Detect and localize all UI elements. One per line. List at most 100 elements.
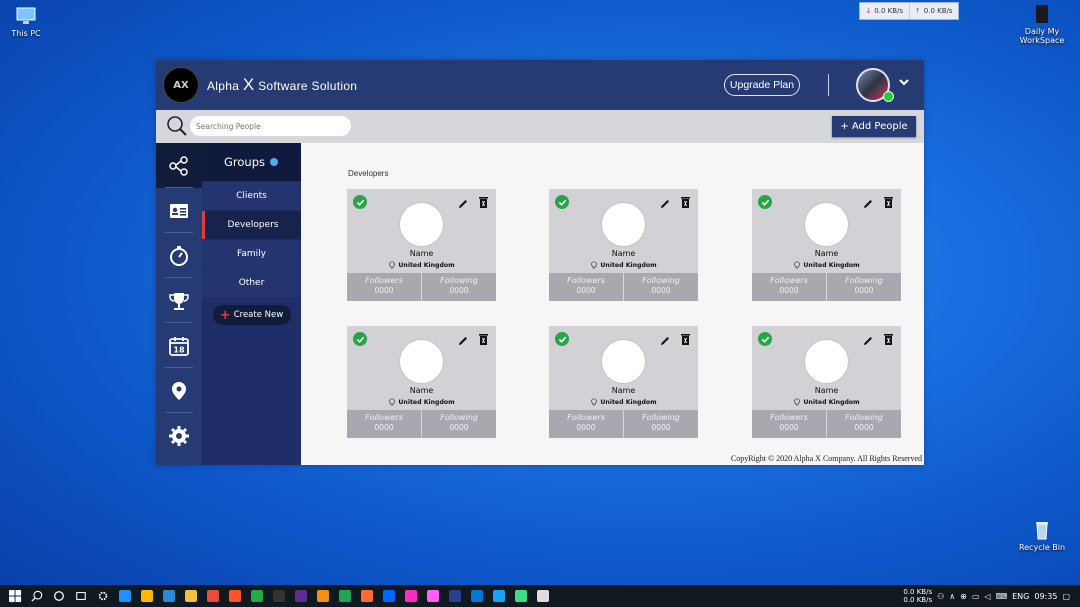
taskbar-app-icon[interactable] bbox=[422, 585, 444, 607]
edit-pencil-icon[interactable] bbox=[862, 195, 874, 208]
person-card[interactable]: Name United Kingdom Followers 0000 Following… bbox=[752, 326, 901, 438]
create-new-button[interactable]: + Create New bbox=[212, 305, 291, 325]
taskbar-app-icon[interactable] bbox=[290, 585, 312, 607]
taskbar-app-icon[interactable] bbox=[224, 585, 246, 607]
followers-stat[interactable]: Followers 0000 bbox=[752, 273, 827, 301]
system-tray: 0.0 KB/s 0.0 KB/s ⚇ ∧ ⊕ ▭ ◁ ⌨ ENG 09:35 … bbox=[903, 585, 1080, 607]
chevron-up-icon[interactable]: ∧ bbox=[949, 592, 955, 601]
taskbar-app-icon[interactable] bbox=[444, 585, 466, 607]
taskbar-app-icon[interactable] bbox=[202, 585, 224, 607]
following-stat[interactable]: Following 0000 bbox=[422, 273, 496, 301]
delete-trash-icon[interactable] bbox=[883, 331, 894, 345]
person-card[interactable]: Name United Kingdom Followers 0000 Following… bbox=[549, 189, 698, 301]
taskbar-app-icon[interactable] bbox=[246, 585, 268, 607]
taskbar-app-icon[interactable] bbox=[114, 585, 136, 607]
battery-icon[interactable]: ▭ bbox=[972, 592, 980, 601]
followers-stat[interactable]: Followers 0000 bbox=[549, 273, 624, 301]
following-stat[interactable]: Following 0000 bbox=[624, 410, 698, 438]
people-icon[interactable]: ⚇ bbox=[937, 592, 944, 601]
rail-item-timer[interactable] bbox=[156, 233, 202, 278]
notification-icon[interactable]: ▢ bbox=[1062, 592, 1070, 601]
person-card[interactable]: Name United Kingdom Followers 0000 Following… bbox=[549, 326, 698, 438]
verified-check-icon bbox=[758, 332, 772, 346]
taskbar-app-icon[interactable] bbox=[378, 585, 400, 607]
rail-item-settings[interactable] bbox=[156, 413, 202, 458]
delete-trash-icon[interactable] bbox=[883, 194, 894, 208]
person-location: United Kingdom bbox=[549, 261, 698, 269]
edit-pencil-icon[interactable] bbox=[862, 332, 874, 345]
taskbar-app-icon[interactable] bbox=[158, 585, 180, 607]
following-stat[interactable]: Following 0000 bbox=[827, 410, 901, 438]
group-item-other[interactable]: Other bbox=[202, 269, 301, 297]
follow-stats: Followers 0000 Following 0000 bbox=[752, 273, 901, 301]
following-stat[interactable]: Following 0000 bbox=[827, 273, 901, 301]
delete-trash-icon[interactable] bbox=[680, 194, 691, 208]
taskbar-app-icon[interactable] bbox=[488, 585, 510, 607]
volume-icon[interactable]: ◁ bbox=[984, 592, 990, 601]
person-card[interactable]: Name United Kingdom Followers 0000 Following… bbox=[347, 326, 496, 438]
upgrade-plan-button[interactable]: Upgrade Plan bbox=[724, 74, 800, 96]
following-stat[interactable]: Following 0000 bbox=[624, 273, 698, 301]
edit-pencil-icon[interactable] bbox=[659, 195, 671, 208]
keyboard-icon[interactable]: ⌨ bbox=[996, 592, 1008, 601]
delete-trash-icon[interactable] bbox=[478, 194, 489, 208]
app-glyph-icon bbox=[339, 590, 351, 602]
person-card[interactable]: Name United Kingdom Followers 0000 Following… bbox=[752, 189, 901, 301]
taskbar-app-icon[interactable] bbox=[356, 585, 378, 607]
rail-item-share[interactable] bbox=[156, 143, 202, 188]
profile-photo[interactable] bbox=[399, 202, 444, 247]
person-card[interactable]: Name United Kingdom Followers 0000 Following… bbox=[347, 189, 496, 301]
desktop-icon-daily-workspace[interactable]: Daily My WorkSpace bbox=[1010, 4, 1074, 45]
group-item-family[interactable]: Family bbox=[202, 240, 301, 268]
info-icon[interactable] bbox=[270, 158, 279, 166]
windows-start-icon[interactable] bbox=[4, 585, 26, 607]
search-input[interactable] bbox=[190, 116, 351, 136]
delete-trash-icon[interactable] bbox=[680, 331, 691, 345]
profile-photo[interactable] bbox=[601, 202, 646, 247]
group-item-clients[interactable]: Clients bbox=[202, 182, 301, 210]
followers-stat[interactable]: Followers 0000 bbox=[347, 273, 422, 301]
desktop-icon-recycle-bin[interactable]: Recycle Bin bbox=[1010, 520, 1074, 552]
edit-pencil-icon[interactable] bbox=[457, 195, 469, 208]
network-icon[interactable]: ⊕ bbox=[960, 592, 967, 601]
rail-item-achievements[interactable] bbox=[156, 278, 202, 323]
cortana-icon[interactable] bbox=[48, 585, 70, 607]
taskbar-app-icon[interactable] bbox=[466, 585, 488, 607]
search-icon[interactable] bbox=[166, 115, 188, 137]
edit-pencil-icon[interactable] bbox=[457, 332, 469, 345]
search-icon[interactable] bbox=[26, 585, 48, 607]
taskbar-app-icon[interactable] bbox=[268, 585, 290, 607]
company-logo[interactable]: AX bbox=[163, 67, 199, 103]
app-glyph-icon bbox=[251, 590, 263, 602]
chevron-down-icon[interactable] bbox=[898, 76, 910, 91]
taskbar-app-icon[interactable] bbox=[400, 585, 422, 607]
settings-icon[interactable] bbox=[92, 585, 114, 607]
taskbar-app-icon[interactable] bbox=[334, 585, 356, 607]
desktop-icon-this-pc[interactable]: This PC bbox=[0, 6, 58, 38]
profile-photo[interactable] bbox=[601, 339, 646, 384]
profile-photo[interactable] bbox=[399, 339, 444, 384]
profile-photo[interactable] bbox=[804, 202, 849, 247]
taskbar-app-icon[interactable] bbox=[312, 585, 334, 607]
rail-item-location[interactable] bbox=[156, 368, 202, 413]
share-icon bbox=[169, 155, 188, 176]
edit-pencil-icon[interactable] bbox=[659, 332, 671, 345]
taskbar-app-icon[interactable] bbox=[136, 585, 158, 607]
rail-item-contacts[interactable] bbox=[156, 188, 202, 233]
profile-photo[interactable] bbox=[804, 339, 849, 384]
location-pin-icon bbox=[794, 261, 801, 269]
followers-stat[interactable]: Followers 0000 bbox=[752, 410, 827, 438]
followers-stat[interactable]: Followers 0000 bbox=[549, 410, 624, 438]
taskbar-app-icon[interactable] bbox=[180, 585, 202, 607]
rail-item-calendar[interactable]: 18 bbox=[156, 323, 202, 368]
language-indicator[interactable]: ENG bbox=[1012, 592, 1029, 601]
group-item-developers[interactable]: Developers bbox=[202, 211, 301, 239]
clock[interactable]: 09:35 bbox=[1034, 592, 1057, 601]
followers-stat[interactable]: Followers 0000 bbox=[347, 410, 422, 438]
delete-trash-icon[interactable] bbox=[478, 331, 489, 345]
task-view-icon[interactable] bbox=[70, 585, 92, 607]
taskbar-app-icon[interactable] bbox=[532, 585, 554, 607]
following-stat[interactable]: Following 0000 bbox=[422, 410, 496, 438]
taskbar-app-icon[interactable] bbox=[510, 585, 532, 607]
add-people-button[interactable]: + Add People bbox=[832, 116, 916, 137]
